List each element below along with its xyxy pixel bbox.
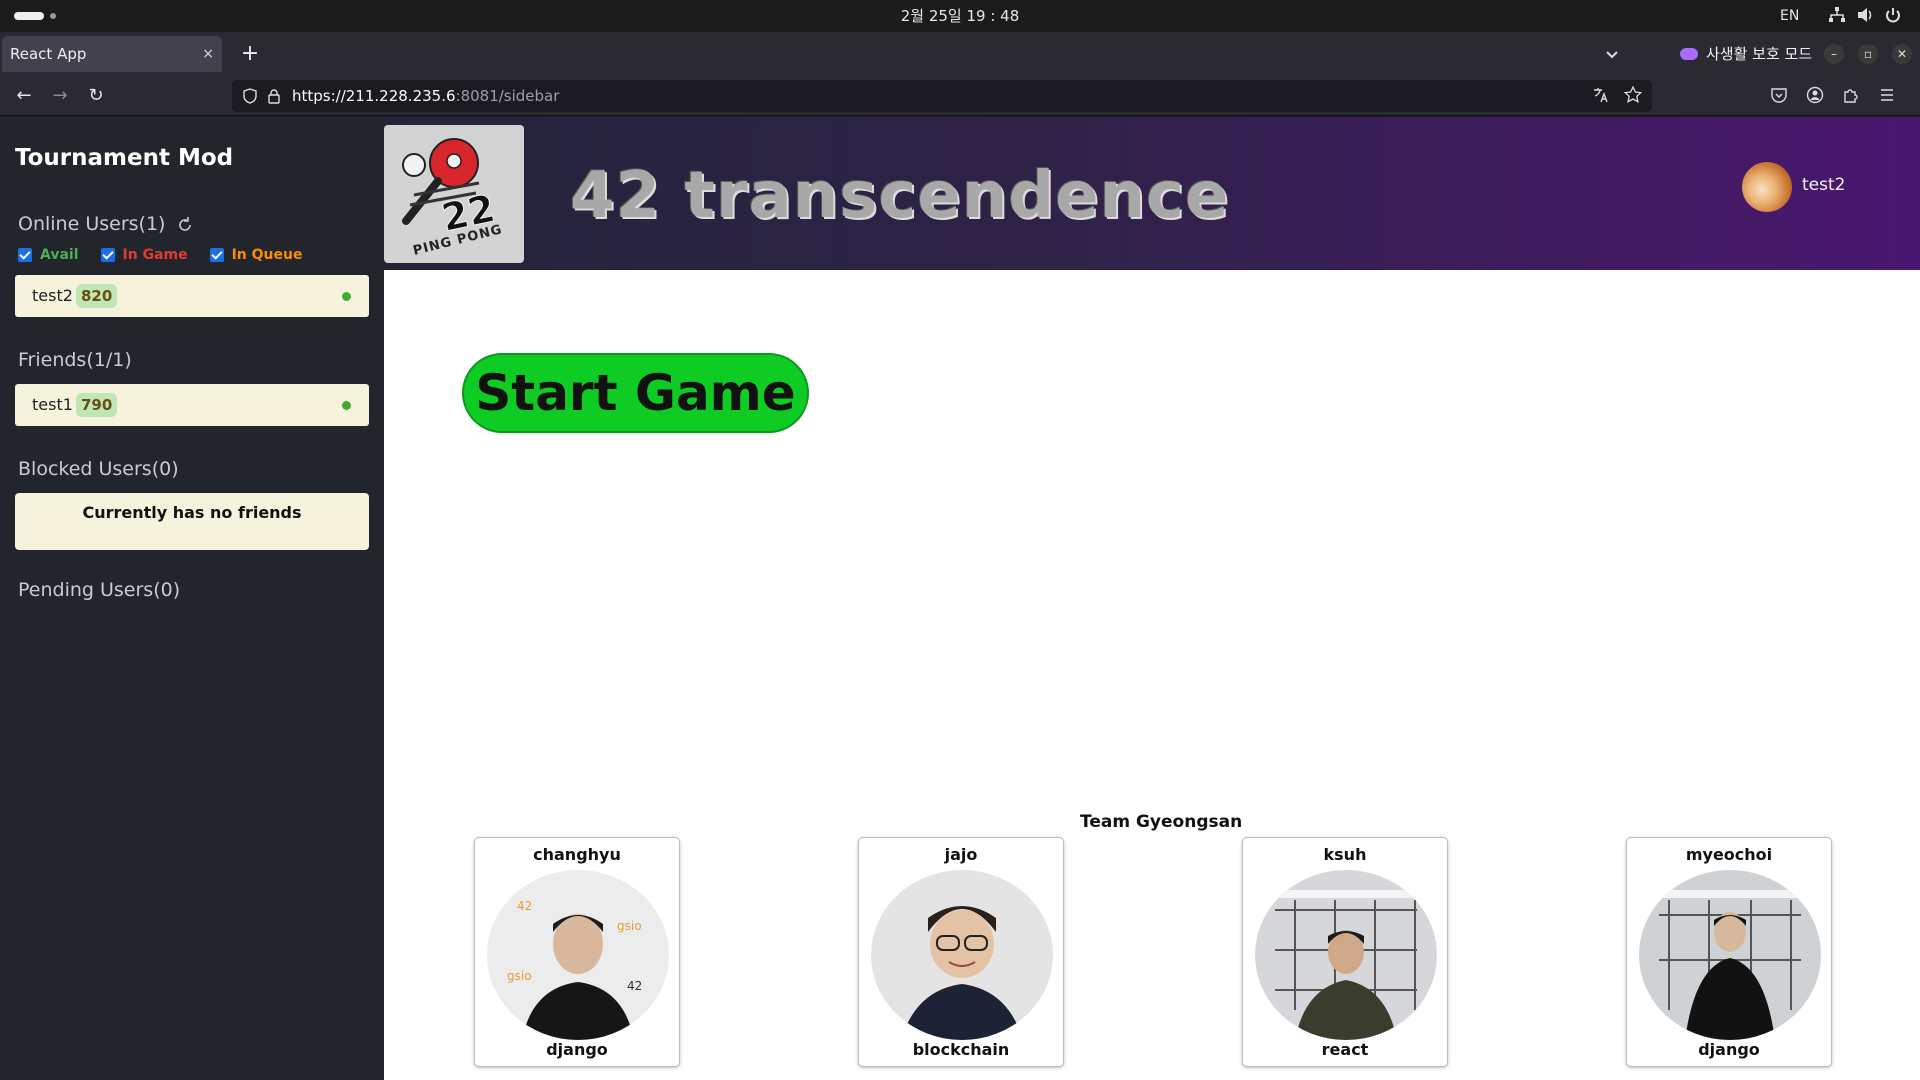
power-icon <box>1886 8 1900 23</box>
blocked-users-heading: Blocked Users(0) <box>18 458 179 480</box>
pending-users-heading: Pending Users(0) <box>18 579 181 601</box>
tab-list-chevron-icon[interactable] <box>1604 46 1620 62</box>
url-text[interactable]: https://211.228.235.6:8081/sidebar <box>292 80 559 112</box>
team-member-card[interactable]: myeochoi django <box>1626 837 1832 1067</box>
in-queue-checkbox[interactable] <box>209 248 224 262</box>
site-title: 42 transcendence <box>570 159 1230 233</box>
tab-title: React App <box>10 45 87 63</box>
svg-text:42: 42 <box>517 899 532 913</box>
url-host: https://211.228.235.6 <box>292 87 456 105</box>
svg-text:42: 42 <box>627 979 642 993</box>
account-icon[interactable] <box>1806 86 1824 104</box>
app-header: 22 PING PONG 42 transcendence test2 <box>384 117 1920 270</box>
sidebar-title: Tournament Mod <box>15 145 234 171</box>
team-member-card[interactable]: ksuh react <box>1242 837 1448 1067</box>
restore-window-button[interactable]: ▫ <box>1858 44 1878 64</box>
user-score-badge: 790 <box>76 393 118 417</box>
member-photo <box>871 870 1053 1040</box>
member-role: django <box>546 1040 608 1059</box>
user-name: test2 <box>32 286 73 305</box>
browser-tab[interactable]: React App × <box>2 36 222 72</box>
member-name: jajo <box>944 845 978 864</box>
url-bar[interactable]: https://211.228.235.6:8081/sidebar <box>232 80 1652 112</box>
filter-in-game[interactable]: In Game <box>100 247 188 263</box>
status-filters: Avail In Game In Queue <box>18 247 302 263</box>
member-photo <box>1639 870 1821 1040</box>
blocked-empty-message: Currently has no friends <box>15 493 369 550</box>
url-path: :8081/sidebar <box>455 87 560 105</box>
bookmark-star-icon[interactable] <box>1624 86 1642 104</box>
ping-pong-logo[interactable]: 22 PING PONG <box>384 125 524 263</box>
team-title: Team Gyeongsan <box>1080 812 1243 832</box>
avail-checkbox[interactable] <box>18 248 32 262</box>
pocket-icon[interactable] <box>1770 86 1788 104</box>
network-icon <box>1829 7 1845 22</box>
online-user-card[interactable]: test2 820 <box>15 275 369 317</box>
filter-avail[interactable]: Avail <box>18 247 79 263</box>
forward-icon[interactable]: → <box>46 82 74 110</box>
system-tray[interactable] <box>1828 6 1902 24</box>
new-tab-button[interactable]: + <box>236 36 264 72</box>
member-photo: 42 gsio gsio 42 <box>487 870 669 1040</box>
lock-icon[interactable] <box>266 88 282 104</box>
in-game-checkbox[interactable] <box>100 248 115 262</box>
member-role: blockchain <box>912 1040 1010 1059</box>
private-mode-label: 사생활 보호 모드 <box>1706 45 1813 63</box>
in-game-label: In Game <box>122 247 188 263</box>
tab-close-icon[interactable]: × <box>202 36 214 72</box>
menu-icon[interactable] <box>1878 86 1896 104</box>
close-window-button[interactable]: ✕ <box>1892 44 1912 64</box>
os-top-bar: 2월 25일 19 : 48 EN <box>0 0 1920 32</box>
online-status-dot <box>342 401 351 410</box>
app-viewport: Tournament Mod Online Users(1) Avail In … <box>0 117 1920 1080</box>
member-role: django <box>1698 1040 1760 1059</box>
browser-nav-bar: ← → ↻ https://211.228.235.6:8081/sidebar <box>0 76 1920 116</box>
member-name: myeochoi <box>1685 845 1773 864</box>
reload-icon[interactable]: ↻ <box>82 82 110 110</box>
friends-heading: Friends(1/1) <box>18 349 132 371</box>
online-users-label: Online Users(1) <box>18 213 166 235</box>
back-icon[interactable]: ← <box>10 82 38 110</box>
team-member-card[interactable]: changhyu 42 gsio gsio 42 django <box>474 837 680 1067</box>
translate-icon[interactable] <box>1592 86 1610 104</box>
activities-indicator[interactable] <box>14 12 44 20</box>
member-role: react <box>1321 1040 1369 1059</box>
extensions-icon[interactable] <box>1842 86 1860 104</box>
minimize-window-button[interactable]: – <box>1824 44 1844 64</box>
sidebar: Tournament Mod Online Users(1) Avail In … <box>0 117 384 1080</box>
member-name: ksuh <box>1323 845 1367 864</box>
avail-label: Avail <box>40 247 79 263</box>
volume-icon <box>1858 8 1872 22</box>
workspace-dot <box>50 13 56 19</box>
refresh-icon[interactable] <box>176 216 194 234</box>
private-mask-icon <box>1680 48 1698 60</box>
system-clock[interactable]: 2월 25일 19 : 48 <box>0 0 1920 32</box>
filter-in-queue[interactable]: In Queue <box>209 247 303 263</box>
input-language[interactable]: EN <box>1780 0 1799 32</box>
private-mode-indicator: 사생활 보호 모드 <box>1680 32 1812 76</box>
svg-text:gsio: gsio <box>507 969 532 983</box>
online-status-dot <box>342 292 351 301</box>
avatar[interactable] <box>1742 162 1792 212</box>
in-queue-label: In Queue <box>231 247 303 263</box>
header-username[interactable]: test2 <box>1802 175 1845 195</box>
start-game-button[interactable]: Start Game <box>462 353 809 433</box>
user-score-badge: 820 <box>76 284 118 308</box>
svg-text:gsio: gsio <box>617 919 642 933</box>
member-name: changhyu <box>533 845 621 864</box>
friend-user-card[interactable]: test1 790 <box>15 384 369 426</box>
online-users-heading: Online Users(1) <box>18 213 194 235</box>
browser-tab-bar: React App × + 사생활 보호 모드 – ▫ ✕ <box>0 32 1920 76</box>
team-member-card[interactable]: jajo blockchain <box>858 837 1064 1067</box>
shield-icon[interactable] <box>242 88 258 104</box>
user-name: test1 <box>32 395 73 414</box>
member-photo <box>1255 870 1437 1040</box>
